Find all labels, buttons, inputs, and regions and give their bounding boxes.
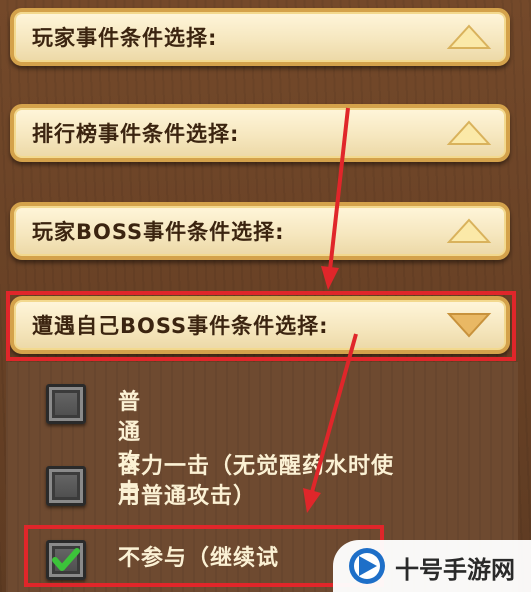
panel-label: 玩家BOSS事件条件选择: <box>32 220 285 244</box>
checkbox-checked[interactable] <box>46 540 86 580</box>
chevron-up-icon[interactable] <box>446 119 492 147</box>
panel-player-boss-event[interactable]: 玩家BOSS事件条件选择: <box>10 202 510 260</box>
panel-label: 排行榜事件条件选择: <box>32 122 240 146</box>
option-label: 不参与（继续试 <box>118 546 280 571</box>
checkbox[interactable] <box>46 384 86 424</box>
option-label-line2: 用普通攻击） <box>118 484 257 509</box>
watermark-text: 十号手游网 <box>395 556 515 584</box>
panel-own-boss-event[interactable]: 遭遇自己BOSS事件条件选择: <box>10 296 510 354</box>
chevron-up-icon[interactable] <box>446 23 492 51</box>
chevron-up-icon[interactable] <box>446 217 492 245</box>
watermark: 十号手游网 <box>333 540 531 592</box>
logo-icon <box>349 548 385 584</box>
panel-ranking-event[interactable]: 排行榜事件条件选择: <box>10 104 510 162</box>
checkbox[interactable] <box>46 466 86 506</box>
panel-label: 遭遇自己BOSS事件条件选择: <box>32 314 329 338</box>
option-label-line1: 奋力一击（无觉醒药水时使 <box>118 454 395 479</box>
chevron-down-icon[interactable] <box>446 311 492 339</box>
panel-player-event[interactable]: 玩家事件条件选择: <box>10 8 510 66</box>
checkmark-icon <box>52 548 80 571</box>
panel-label: 玩家事件条件选择: <box>32 26 218 50</box>
